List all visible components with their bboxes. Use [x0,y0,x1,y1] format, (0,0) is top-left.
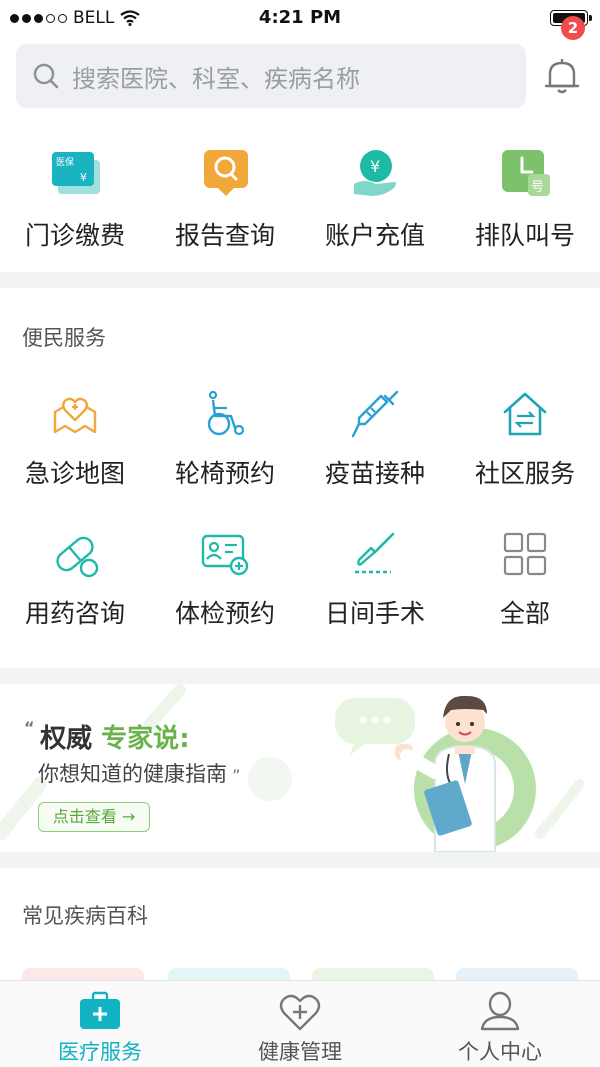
queue-clock-icon: 号 [502,150,550,196]
person-icon [480,991,520,1031]
service-label: 疫苗接种 [324,459,425,488]
banner-subtitle: 你想知道的健康指南 ” [38,762,241,786]
banner-title-highlight: 专家说 [101,724,180,754]
service-emergency-map[interactable]: 急诊地图 [0,390,150,520]
service-label: 体检预约 [174,599,275,628]
pill-capsule-icon [56,536,99,578]
svg-text:号: 号 [531,180,544,195]
id-card-add-icon [201,534,249,576]
status-bar: BELL 4:21 PM [0,0,600,36]
quick-action-account-recharge[interactable]: ¥ 账户充值 [300,118,450,272]
search-input[interactable]: 搜索医院、科室、疾病名称 [16,44,526,108]
service-label: 轮椅预约 [174,459,275,488]
service-checkup-booking[interactable]: 体检预约 [150,530,300,660]
bell-icon[interactable] [540,54,584,98]
quick-actions: 医保 ¥ 门诊缴费 报告查询 ¥ 账户充值 号 排队叫号 [0,118,600,272]
banner-title: “ 权威 专家说: [24,718,190,754]
tab-label: 医疗服务 [58,1040,142,1064]
service-label: 用药咨询 [24,599,125,628]
banner-subtitle-text: 你想知道的健康指南 [38,762,227,786]
service-day-surgery[interactable]: 日间手术 [300,530,450,660]
svg-text:医保: 医保 [56,156,74,168]
expert-banner[interactable]: “ 权威 专家说: 你想知道的健康指南 ” 点击查看 → [0,684,600,852]
services-section: 便民服务 急诊地图 轮椅预约 疫苗接种 社区服务 用药咨询 体检预约 日间手术 … [0,288,600,668]
quick-action-queue-number[interactable]: 号 排队叫号 [450,118,600,272]
quick-action-label: 报告查询 [174,221,275,250]
heart-plus-icon [279,994,321,1031]
notification-badge: 2 [561,16,585,40]
service-label: 急诊地图 [24,459,125,488]
banner-view-button[interactable]: 点击查看 → [38,802,150,832]
quick-action-outpatient-payment[interactable]: 医保 ¥ 门诊缴费 [0,118,150,272]
service-label: 社区服务 [474,459,575,488]
service-label: 全部 [499,599,550,628]
scalpel-icon [355,532,395,574]
wheelchair-icon [207,390,245,436]
heart-map-icon [53,397,97,434]
service-community[interactable]: 社区服务 [450,390,600,520]
svg-text:¥: ¥ [370,157,380,176]
service-all[interactable]: 全部 [450,530,600,660]
banner-title-prefix: 权威 [40,724,93,754]
tab-label: 个人中心 [458,1040,542,1064]
medical-kit-icon [80,991,120,1029]
syringe-icon [351,390,399,438]
community-house-icon [503,392,547,436]
home-screen: BELL 4:21 PM 搜索医院、科室、疾病名称 2 医保 ¥ 门诊缴费 报告… [0,0,600,1067]
tab-health-management[interactable]: 健康管理 [200,981,400,1067]
medical-insurance-card-icon: 医保 ¥ [52,152,100,194]
tab-label: 健康管理 [258,1040,342,1064]
search-icon [33,63,59,89]
service-medication-consult[interactable]: 用药咨询 [0,530,150,660]
hand-coin-icon: ¥ [354,150,396,196]
svg-text:¥: ¥ [80,171,87,184]
service-label: 日间手术 [324,599,425,628]
section-title: 便民服务 [22,326,106,350]
tab-personal-center[interactable]: 个人中心 [400,981,600,1067]
quick-action-report-query[interactable]: 报告查询 [150,118,300,272]
quick-action-label: 账户充值 [324,221,425,250]
grid-all-icon [503,532,547,576]
header: 搜索医院、科室、疾病名称 [0,36,600,118]
clock: 4:21 PM [258,7,342,28]
doctor-illustration [335,695,536,852]
quick-action-label: 门诊缴费 [24,221,125,250]
section-title: 常见疾病百科 [22,904,148,928]
tab-bar: 医疗服务 健康管理 个人中心 [0,980,600,1067]
tab-medical-services[interactable]: 医疗服务 [0,981,200,1067]
service-vaccination[interactable]: 疫苗接种 [300,390,450,520]
search-placeholder: 搜索医院、科室、疾病名称 [72,64,360,93]
report-search-icon [204,150,248,196]
quick-action-label: 排队叫号 [474,221,575,250]
service-wheelchair-booking[interactable]: 轮椅预约 [150,390,300,520]
